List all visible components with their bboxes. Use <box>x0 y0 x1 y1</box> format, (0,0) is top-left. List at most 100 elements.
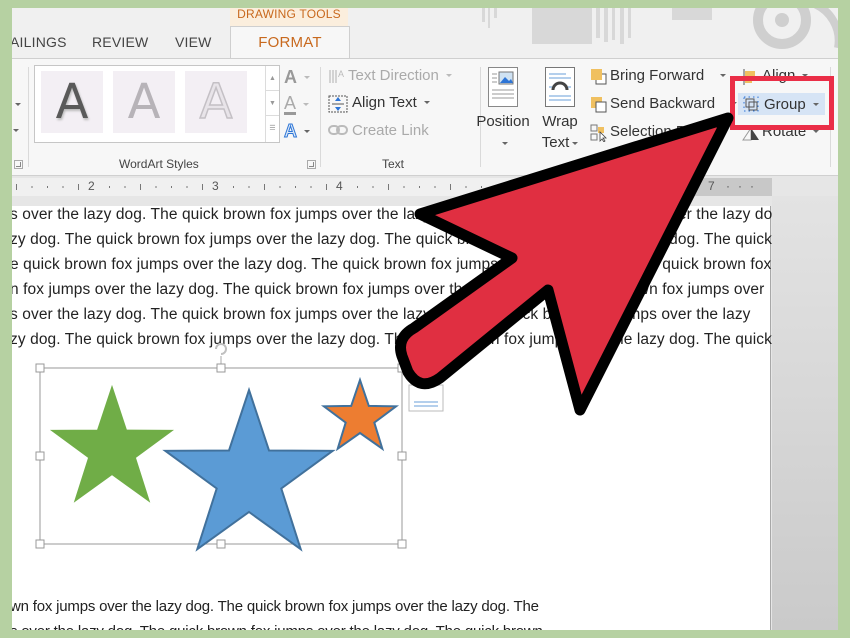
ruler-label: 7 <box>708 179 715 193</box>
text-fill-button[interactable]: A <box>284 67 310 88</box>
text-direction-label: Text Direction <box>348 67 439 84</box>
svg-text:A: A <box>338 69 344 79</box>
ruler-tick <box>558 186 560 188</box>
ruler-tick <box>109 186 110 188</box>
ruler-tick <box>605 186 606 188</box>
ruler-tick <box>264 184 265 190</box>
tab-view[interactable]: VIEW <box>175 34 212 50</box>
ruler-tick <box>186 186 188 188</box>
ruler-tick <box>326 184 327 190</box>
wordart-style-fill-light[interactable]: A <box>113 71 175 133</box>
selection-pane-button[interactable]: Selection Pane <box>590 123 711 143</box>
align-text-label: Align Text <box>352 94 417 111</box>
send-backward-button[interactable]: Send Backward <box>590 95 738 112</box>
text-direction-icon: A <box>328 68 344 84</box>
word-window: DRAWING TOOLS AILINGS REVIEW VIEW FORMAT… <box>12 8 838 630</box>
ruler-margin-area: 7 ··· <box>662 178 772 196</box>
document-text-line: s over the lazy dog. The quick brown fox… <box>12 623 543 630</box>
ruler-tick <box>620 186 622 188</box>
bring-forward-button[interactable]: Bring Forward <box>590 67 727 84</box>
ruler-label: 3 <box>212 179 219 193</box>
ruler-tick <box>248 186 250 188</box>
tab-review[interactable]: REVIEW <box>92 34 148 50</box>
ruler-tick <box>527 186 529 188</box>
ruler-tick <box>295 186 296 188</box>
ribbon-panel: A A A ▲ ▼ ☰ A A A WordArt Styles A Text … <box>12 58 838 176</box>
selection-pane-label: Selection Pane <box>610 123 711 140</box>
dialog-launcher-icon[interactable] <box>14 160 23 169</box>
text-effects-button[interactable]: A <box>284 121 310 142</box>
bring-forward-label: Bring Forward <box>610 67 705 84</box>
ruler-tick <box>388 184 389 190</box>
ruler-tick <box>636 184 637 190</box>
dropdown-caret[interactable] <box>13 129 19 132</box>
gallery-scroll-up[interactable]: ▲ <box>266 66 279 91</box>
caret-icon <box>303 103 310 106</box>
caret-icon <box>720 74 727 77</box>
document-text-line: zy dog. The quick brown fox jumps over t… <box>12 331 772 348</box>
dropdown-caret[interactable] <box>15 103 21 106</box>
ruler-tick <box>574 184 575 190</box>
wrap-text-button[interactable]: Wrap Text <box>534 67 586 153</box>
gallery-scroll-down[interactable]: ▼ <box>266 91 279 116</box>
wrap-text-label: Wrap <box>542 113 578 130</box>
tab-format[interactable]: FORMAT <box>230 26 350 59</box>
document-text-line: s over the lazy dog. The quick brown fox… <box>12 206 786 223</box>
wrap-text-label-2: Text <box>541 134 570 151</box>
ruler-tick <box>512 184 513 190</box>
ruler-tick <box>481 186 482 188</box>
caret-icon <box>304 130 310 133</box>
wordart-style-fill-dark[interactable]: A <box>41 71 103 133</box>
text-group-label: Text <box>382 157 405 171</box>
ruler-ticks <box>16 184 653 190</box>
wrap-text-icon <box>545 67 575 107</box>
align-text-button[interactable]: Align Text <box>328 94 430 112</box>
wordart-styles-gallery[interactable]: A A A ▲ ▼ ☰ <box>34 65 280 143</box>
caret-icon <box>423 101 430 104</box>
gallery-scrollbar[interactable]: ▲ ▼ ☰ <box>265 66 279 142</box>
ruler-tick <box>310 186 312 188</box>
text-effects-icon: A <box>284 121 298 142</box>
document-page[interactable]: s over the lazy dog. The quick brown fox… <box>12 206 785 630</box>
document-text-line: zy dog. The quick brown fox jumps over t… <box>12 231 772 248</box>
text-direction-button[interactable]: A Text Direction <box>328 67 452 84</box>
position-label: Position <box>476 113 530 130</box>
gallery-more[interactable]: ☰ <box>266 116 279 141</box>
ruler-tick <box>124 186 126 188</box>
horizontal-ruler[interactable]: 2 3 4 <box>12 178 772 196</box>
ruler-tick <box>543 186 544 188</box>
ruler-label: 4 <box>336 179 343 193</box>
caret-icon <box>501 141 508 145</box>
ruler-tick <box>357 186 358 188</box>
ruler-tick <box>651 186 653 188</box>
document-text-line: s over the lazy dog. The quick brown fox… <box>12 306 751 323</box>
wordart-style-outline[interactable]: A <box>185 71 247 133</box>
ruler-tick <box>279 186 281 188</box>
group-button-highlight <box>730 76 834 130</box>
send-backward-icon <box>590 96 607 112</box>
create-link-button[interactable]: Create Link <box>328 122 429 139</box>
ruler-tick <box>434 186 436 188</box>
ruler-tick <box>589 186 591 188</box>
position-button[interactable]: Position <box>474 67 532 153</box>
send-backward-label: Send Backward <box>610 95 716 112</box>
ruler-tick <box>31 186 33 188</box>
wordart-dialog-launcher-icon[interactable] <box>307 160 316 169</box>
text-outline-icon: A <box>284 93 297 115</box>
caret-icon <box>813 130 820 133</box>
tab-mailings[interactable]: AILINGS <box>12 34 67 50</box>
ruler-tick <box>16 184 17 190</box>
link-icon <box>328 123 348 139</box>
ruler-tick <box>496 186 498 188</box>
ruler-tick <box>171 186 172 188</box>
ruler-tick <box>465 186 467 188</box>
text-fill-icon: A <box>284 67 297 87</box>
ruler-tick <box>78 184 79 190</box>
ruler-dots: ··· <box>726 179 762 193</box>
ribbon-tab-strip: DRAWING TOOLS AILINGS REVIEW VIEW FORMAT <box>12 8 838 59</box>
document-text-line: e quick brown fox jumps over the lazy do… <box>12 256 772 273</box>
align-text-icon <box>328 95 348 112</box>
text-outline-button[interactable]: A <box>284 93 310 115</box>
ruler-tick <box>140 184 141 190</box>
ruler-tick <box>202 184 203 190</box>
